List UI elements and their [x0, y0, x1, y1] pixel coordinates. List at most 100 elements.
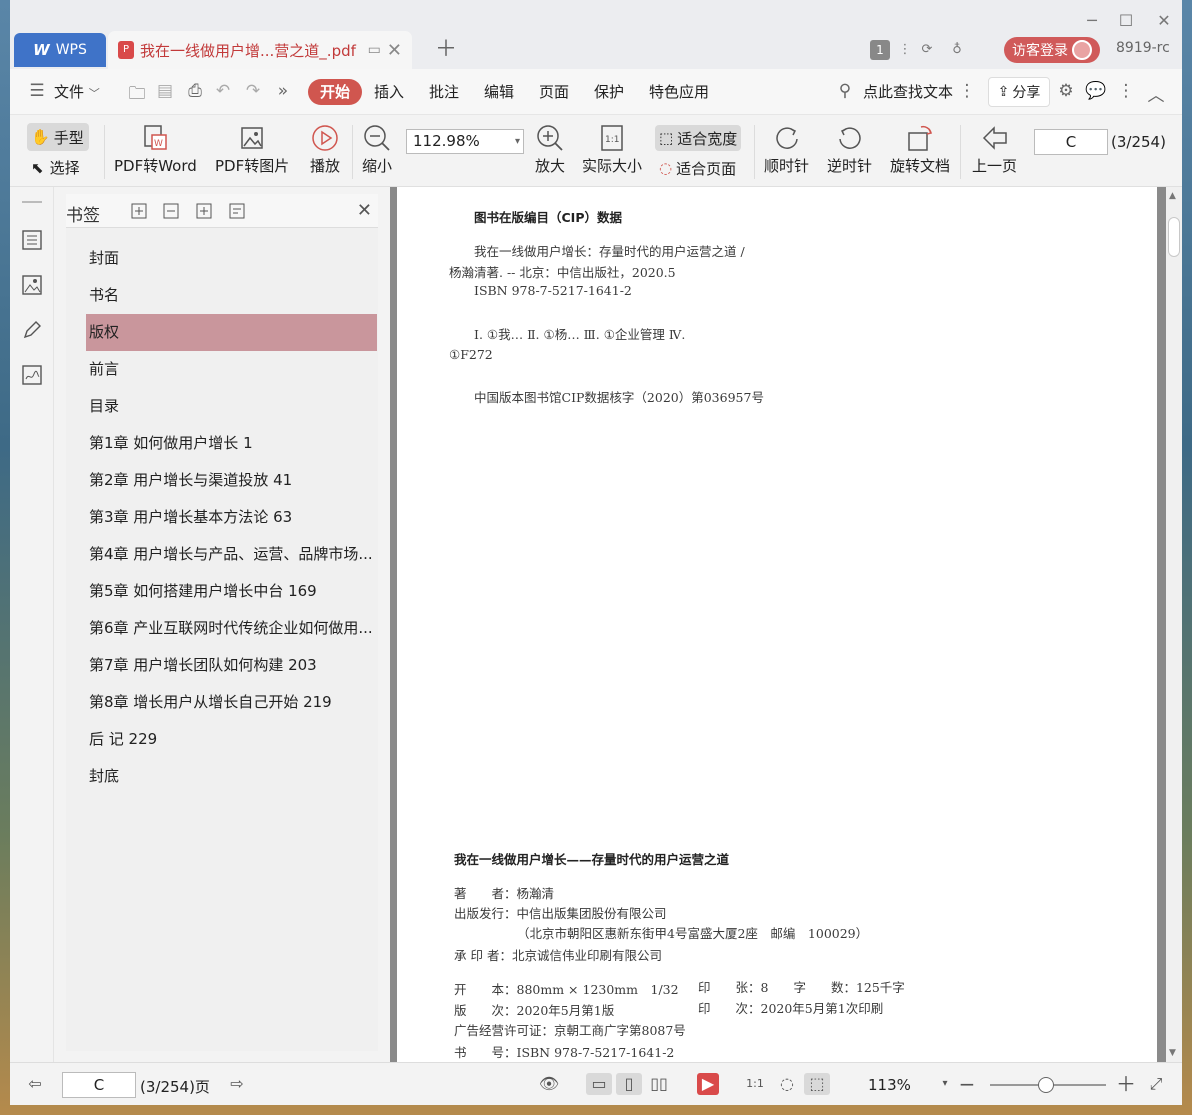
bookmark-item[interactable]: ▶第2章 用户增长与渠道投放 41: [86, 462, 377, 499]
collapse-all-icon[interactable]: [162, 202, 180, 220]
signature-icon[interactable]: [21, 364, 43, 386]
bookmark-list-icon[interactable]: [21, 229, 43, 251]
page-number-input[interactable]: C: [1034, 129, 1108, 155]
close-panel-icon[interactable]: ✕: [357, 200, 372, 221]
rotate-document-button[interactable]: 旋转文档: [890, 123, 950, 176]
bookmark-item[interactable]: 第8章 增长用户从增长自己开始 219: [86, 684, 377, 721]
redo-icon[interactable]: ↷: [242, 81, 264, 101]
zoom-minus-icon[interactable]: −: [956, 1073, 978, 1095]
scroll-up-icon[interactable]: ▲: [1169, 191, 1176, 201]
bookmark-item[interactable]: ▶第6章 产业互联网时代传统企业如何做用...: [86, 610, 377, 647]
actual-size-status-icon[interactable]: 1:1: [744, 1073, 766, 1095]
open-folder-icon[interactable]: 🗀: [126, 81, 148, 110]
fit-page-button[interactable]: ◌ 适合页面: [655, 155, 740, 181]
scrollbar-thumb[interactable]: [1168, 217, 1180, 257]
zoom-slider-handle[interactable]: [1038, 1077, 1054, 1093]
slideshow-play-icon[interactable]: ▶: [697, 1073, 719, 1095]
skin-shirt-icon[interactable]: ♁: [946, 40, 968, 60]
bookmark-item[interactable]: ▶第4章 用户增长与产品、运营、品牌市场...: [86, 536, 377, 573]
search-icon[interactable]: ⚲: [834, 81, 856, 101]
bookmark-list: 封面书名版权前言目录 ▶第1章 如何做用户增长 1▶第2章 用户增长与渠道投放 4…: [86, 240, 377, 795]
new-tab-button[interactable]: ＋: [434, 37, 458, 63]
zoom-in-button[interactable]: 放大: [535, 123, 565, 176]
add-bookmark-icon[interactable]: [195, 202, 213, 220]
zoom-slider[interactable]: [990, 1077, 1106, 1093]
wps-home-label: WPS: [55, 42, 87, 58]
pdf-to-image-button[interactable]: PDF转图片: [215, 123, 289, 176]
minimize-icon[interactable]: ─: [1080, 10, 1104, 32]
close-tab-icon[interactable]: ✕: [387, 40, 402, 61]
eye-protection-icon[interactable]: 👁: [538, 1073, 560, 1095]
bookmark-item[interactable]: 前言: [86, 351, 377, 388]
file-menu[interactable]: 文件 ﹀: [54, 81, 100, 102]
thumbnail-icon[interactable]: [21, 274, 43, 296]
annotation-pen-icon[interactable]: [21, 319, 43, 341]
expand-all-icon[interactable]: [130, 202, 148, 220]
collapse-ribbon-icon[interactable]: ︿: [1145, 81, 1167, 106]
bookmark-note-icon[interactable]: [228, 202, 246, 220]
hand-tool-button[interactable]: ✋ 手型: [27, 123, 89, 151]
maximize-icon[interactable]: ☐: [1114, 10, 1138, 32]
bookmark-item[interactable]: 目录: [86, 388, 377, 425]
zoom-dropdown-icon[interactable]: ▾: [934, 1073, 956, 1095]
scroll-down-icon[interactable]: ▼: [1169, 1048, 1176, 1058]
bookmark-item[interactable]: 书名: [86, 277, 377, 314]
hamburger-menu-icon[interactable]: ☰: [26, 81, 48, 101]
bookmark-item[interactable]: 封面: [86, 240, 377, 277]
status-zoom-level[interactable]: 113%: [868, 1076, 911, 1094]
fit-width-button[interactable]: ⬚ 适合宽度: [655, 125, 742, 151]
status-page-input[interactable]: C: [62, 1072, 136, 1098]
share-button[interactable]: ⇪ 分享: [988, 77, 1050, 107]
zoom-plus-icon[interactable]: ＋: [1115, 1073, 1137, 1095]
print-icon[interactable]: ⎙: [184, 81, 206, 101]
tab-page[interactable]: 页面: [539, 81, 569, 102]
bookmark-item[interactable]: 封底: [86, 758, 377, 795]
two-page-icon[interactable]: ▯▯: [646, 1073, 672, 1095]
bookmark-item[interactable]: ▶第5章 如何搭建用户增长中台 169: [86, 573, 377, 610]
bookmark-item[interactable]: 后 记 229: [86, 721, 377, 758]
previous-page-arrow-icon[interactable]: ⇦: [24, 1073, 46, 1095]
continuous-view-icon[interactable]: ▭: [586, 1073, 612, 1095]
tab-edit[interactable]: 编辑: [484, 81, 514, 102]
single-page-icon[interactable]: ▯: [616, 1073, 642, 1095]
tab-protect[interactable]: 保护: [594, 81, 624, 102]
rotate-clockwise-button[interactable]: 顺时针: [764, 123, 809, 176]
kebab-menu-icon[interactable]: ⋮: [1115, 81, 1137, 101]
bookmark-item[interactable]: ▶第7章 用户增长团队如何构建 203: [86, 647, 377, 684]
play-button[interactable]: 播放: [310, 123, 340, 176]
more-chevron-icon[interactable]: »: [272, 81, 294, 101]
fit-width-status-icon[interactable]: ⬚: [804, 1073, 830, 1095]
bookmark-item[interactable]: ▶第3章 用户增长基本方法论 63: [86, 499, 377, 536]
tab-comment[interactable]: 批注: [429, 81, 459, 102]
tab-insert[interactable]: 插入: [374, 81, 404, 102]
settings-gear-icon[interactable]: ⚙: [1055, 81, 1077, 101]
select-tool-button[interactable]: ⬉ 选择: [31, 157, 80, 178]
comment-bubble-icon[interactable]: 💬: [1085, 81, 1107, 101]
pdf-to-word-button[interactable]: W PDF转Word: [114, 123, 197, 176]
document-tab[interactable]: P 我在一线做用户增...营之道_.pdf ▭ ✕: [108, 31, 412, 69]
undo-icon[interactable]: ↶: [212, 81, 234, 101]
find-text-button[interactable]: 点此查找文本: [863, 81, 953, 102]
monitor-icon[interactable]: ▭: [368, 42, 381, 58]
close-window-icon[interactable]: ✕: [1152, 10, 1176, 32]
zoom-out-button[interactable]: 缩小: [362, 123, 392, 176]
actual-size-button[interactable]: 1:1 实际大小: [582, 123, 642, 176]
wps-home-tab[interactable]: W WPS: [14, 33, 106, 67]
next-page-arrow-icon[interactable]: ⇨: [226, 1073, 248, 1095]
previous-page-button[interactable]: 上一页: [972, 123, 1017, 176]
tab-start[interactable]: 开始: [308, 79, 362, 105]
tab-features[interactable]: 特色应用: [649, 81, 709, 102]
zoom-level-select[interactable]: 112.98%: [406, 129, 524, 154]
bookmark-item[interactable]: ▶第1章 如何做用户增长 1: [86, 425, 377, 462]
save-icon[interactable]: ▤: [154, 81, 176, 101]
document-viewport[interactable]: 图书在版编目（CIP）数据 我在一线做用户增长：存量时代的用户运营之道 / 杨瀚…: [390, 187, 1166, 1062]
sync-icon[interactable]: ⟳: [916, 40, 938, 60]
fullscreen-icon[interactable]: ⤢: [1145, 1073, 1167, 1095]
bookmark-item[interactable]: 版权: [86, 314, 377, 351]
guest-login-button[interactable]: 访客登录: [1004, 37, 1100, 63]
window-count-badge[interactable]: 1: [870, 40, 890, 60]
fit-page-status-icon[interactable]: ◌: [776, 1073, 798, 1095]
vertical-scrollbar[interactable]: ▲ ▼: [1166, 187, 1182, 1062]
rotate-counterclockwise-button[interactable]: 逆时针: [827, 123, 872, 176]
more-options-icon[interactable]: ⋮: [956, 81, 978, 101]
